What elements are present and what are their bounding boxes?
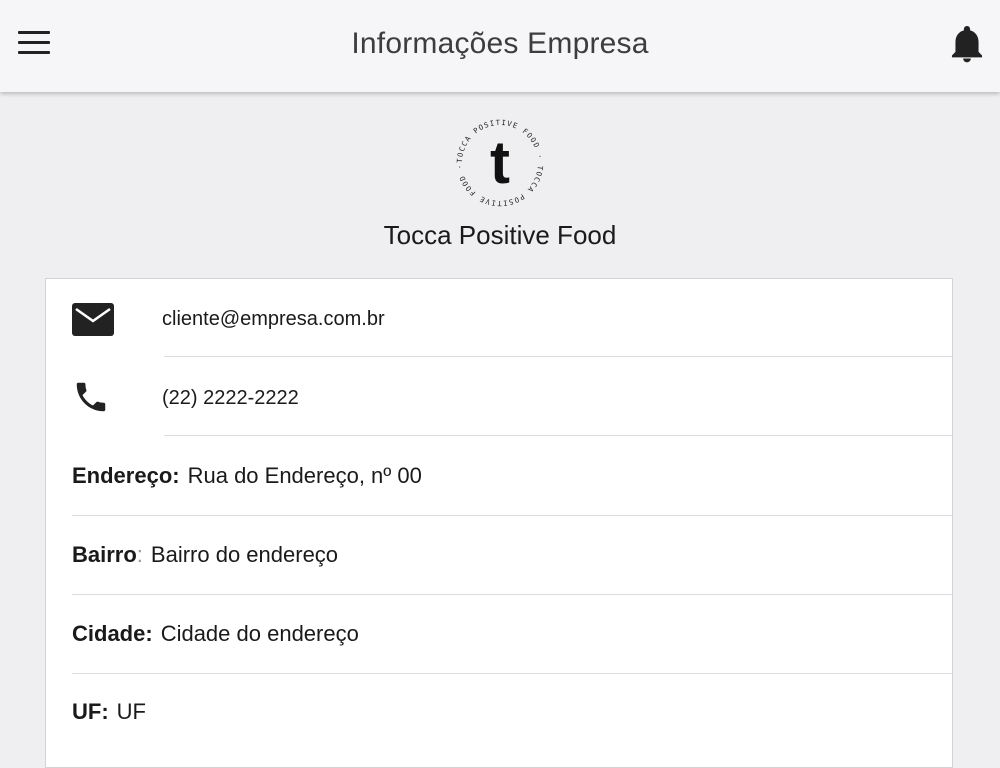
phone-icon <box>76 382 106 412</box>
svg-text:t: t <box>490 129 510 196</box>
divider <box>72 594 952 595</box>
district-label: Bairro: <box>72 542 143 567</box>
divider <box>164 356 952 357</box>
company-logo-mark: TOCCA POSITIVE FOOD · TOCCA POSITIVE FOO… <box>455 118 544 208</box>
hamburger-menu-icon <box>18 31 50 34</box>
phone-row[interactable]: (22) 2222-2222 <box>46 358 952 436</box>
company-info-card: cliente@empresa.com.br (22) 2222-2222 En… <box>45 278 953 768</box>
bell-icon <box>951 25 983 63</box>
district-row: Bairro: Bairro do endereço <box>46 517 952 595</box>
state-label: UF: <box>72 699 109 724</box>
street-value: Rua do Endereço, nº 00 <box>187 463 422 488</box>
city-value: Cidade do endereço <box>160 621 359 646</box>
divider <box>72 515 952 516</box>
phone-value: (22) 2222-2222 <box>162 387 299 409</box>
city-row: Cidade: Cidade do endereço <box>46 596 952 674</box>
district-value: Bairro do endereço <box>150 542 339 567</box>
city-label: Cidade: <box>72 621 153 646</box>
page-title: Informações Empresa <box>351 27 649 60</box>
street-label: Endereço: <box>72 463 180 488</box>
state-row: UF: UF <box>46 674 952 752</box>
menu-button[interactable] <box>18 31 50 55</box>
envelope-icon <box>72 303 114 336</box>
company-name: Tocca Positive Food <box>383 220 617 250</box>
divider <box>164 435 952 436</box>
app-bar: Informações Empresa <box>0 0 1000 92</box>
email-value: cliente@empresa.com.br <box>162 308 385 330</box>
notifications-button[interactable] <box>950 25 984 63</box>
street-row: Endereço: Rua do Endereço, nº 00 <box>46 438 952 516</box>
email-row[interactable]: cliente@empresa.com.br <box>46 279 952 357</box>
state-value: UF <box>116 699 146 724</box>
company-logo: TOCCA POSITIVE FOOD · TOCCA POSITIVE FOO… <box>452 115 548 211</box>
